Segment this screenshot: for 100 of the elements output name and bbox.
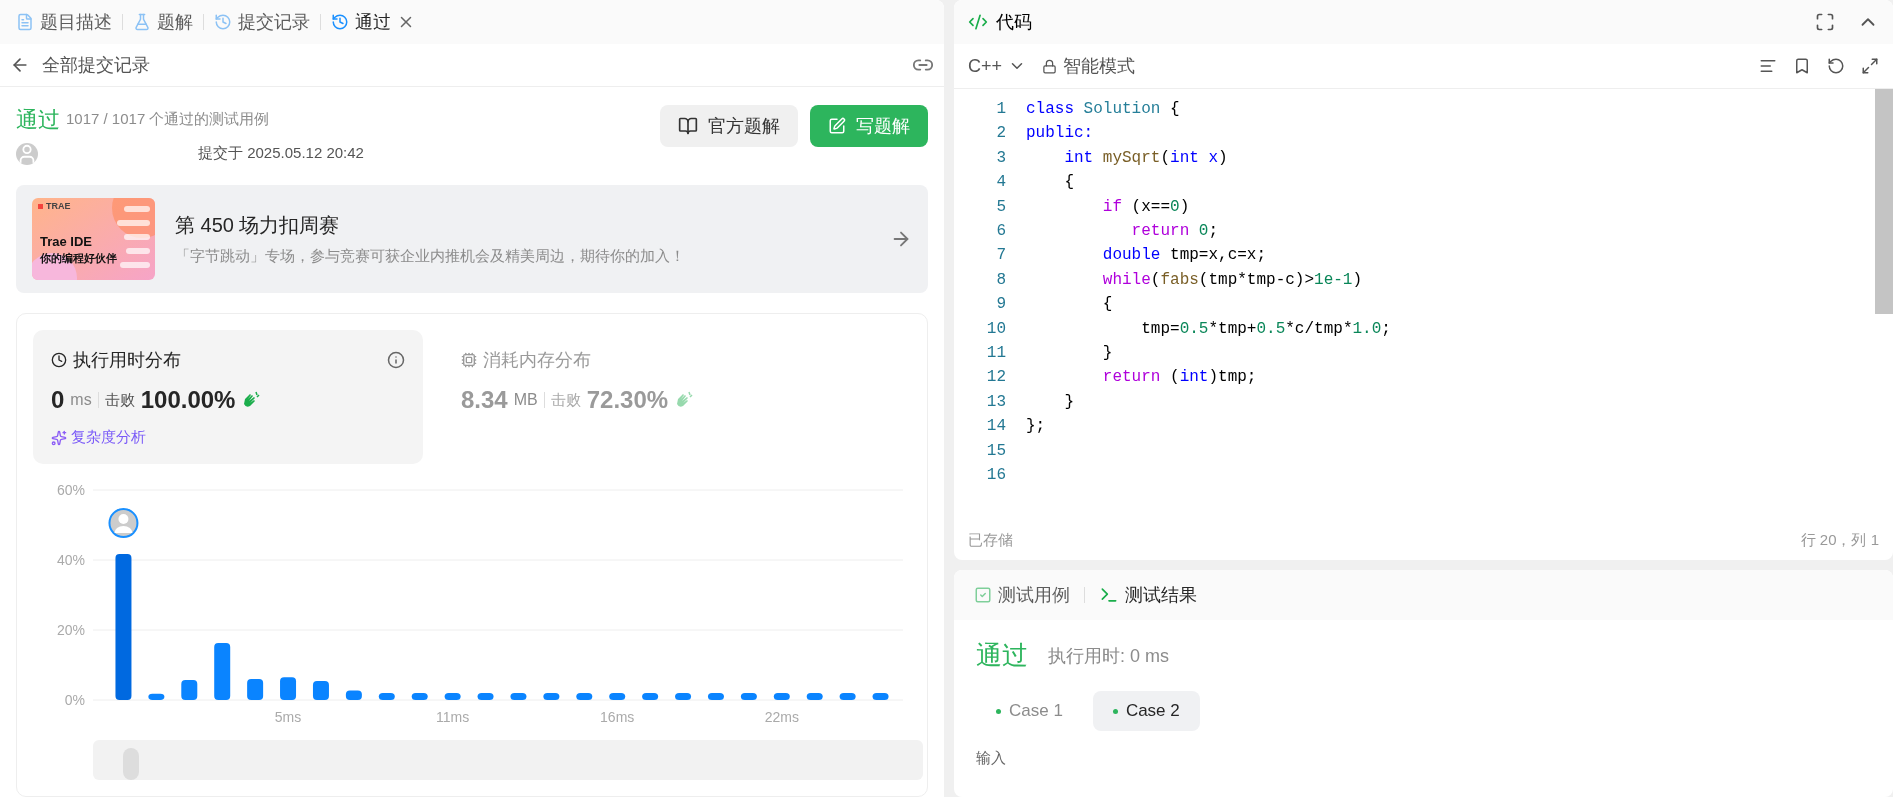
panel-title: 代码 xyxy=(996,11,1033,34)
mode-label: 智能模式 xyxy=(1063,55,1136,78)
info-icon[interactable] xyxy=(387,351,405,369)
stat-title: 执行用时分布 xyxy=(73,349,181,372)
line-number: 3 xyxy=(995,147,1006,169)
bar[interactable] xyxy=(378,693,395,700)
axis-label: 0% xyxy=(64,692,85,708)
bar[interactable] xyxy=(214,642,231,700)
tab[interactable]: 通过 xyxy=(325,9,421,34)
bar[interactable] xyxy=(280,677,297,700)
case-tab[interactable]: Case 1 xyxy=(976,691,1083,731)
bar[interactable] xyxy=(148,693,165,700)
reset-icon[interactable] xyxy=(1827,57,1845,75)
save-status: 已存储 xyxy=(968,530,1013,550)
promo-title: Trae IDE xyxy=(40,233,93,249)
scrollbar-thumb[interactable] xyxy=(1875,89,1893,314)
chip-icon xyxy=(461,352,477,368)
status-dot xyxy=(996,708,1001,714)
bar[interactable] xyxy=(576,693,593,700)
tab[interactable]: 测试结果 xyxy=(1093,583,1203,607)
flask-icon xyxy=(133,12,151,31)
bar[interactable] xyxy=(642,693,659,700)
page-title: 全部提交记录 xyxy=(42,53,151,77)
result-status: 通过 xyxy=(976,639,1028,672)
bar[interactable] xyxy=(181,680,198,700)
bar[interactable] xyxy=(806,693,823,700)
tab[interactable]: 题目描述 xyxy=(10,9,118,34)
code-line: }; xyxy=(1026,417,1046,436)
code-line: while(fabs(tmp*tmp-c)>1e-1) xyxy=(1101,270,1363,289)
bar[interactable] xyxy=(872,693,889,700)
code-line: tmp=0.5*tmp+0.5*c/tmp*1.0; xyxy=(1140,319,1391,338)
language-select[interactable]: C++ xyxy=(968,55,1027,77)
promo-subtitle: 你的编程好伙伴 xyxy=(40,250,117,266)
code-line: double tmp=x,c=x; xyxy=(1101,246,1267,265)
stat-panel[interactable]: 执行用时分布 0 ms 击败 100.00% 复杂度分析 xyxy=(33,330,423,464)
official-solution-button[interactable]: 官方题解 xyxy=(660,104,798,147)
format-icon[interactable] xyxy=(1759,57,1777,75)
avatar-icon xyxy=(16,142,38,165)
code-line: return 0; xyxy=(1130,221,1219,240)
avatar-icon xyxy=(108,508,139,539)
bar[interactable] xyxy=(115,554,132,700)
stat-value: 0 xyxy=(51,386,65,414)
runtime-text: 执行用时: 0 ms xyxy=(1048,644,1169,668)
line-number: 13 xyxy=(985,391,1006,413)
axis-label: 16ms xyxy=(600,709,635,725)
stat-unit: MB xyxy=(513,391,538,409)
checkbox-icon xyxy=(974,586,992,604)
bar[interactable] xyxy=(675,693,692,700)
bar[interactable] xyxy=(247,679,264,700)
bar[interactable] xyxy=(543,693,560,700)
bar[interactable] xyxy=(477,693,494,700)
axis-label: 11ms xyxy=(436,709,470,725)
beat-percent: 72.30% xyxy=(586,386,669,414)
line-number: 5 xyxy=(995,196,1006,218)
line-number: 9 xyxy=(995,294,1006,316)
bar[interactable] xyxy=(510,693,527,700)
submit-time: 提交于 2025.05.12 20:42 xyxy=(198,144,364,164)
case-tab[interactable]: Case 2 xyxy=(1092,691,1200,731)
bar[interactable] xyxy=(345,690,362,700)
code-line: } xyxy=(1063,392,1074,411)
fullscreen-icon[interactable] xyxy=(1815,12,1835,32)
banner-title: 第 450 场力扣周赛 xyxy=(175,212,341,238)
complexity-analysis-link[interactable]: 复杂度分析 xyxy=(51,428,405,447)
line-number: 2 xyxy=(995,123,1006,145)
bar[interactable] xyxy=(839,693,856,700)
code-line: { xyxy=(1101,295,1113,314)
bar[interactable] xyxy=(312,681,329,700)
expand-icon[interactable] xyxy=(1861,57,1879,75)
sparkle-icon xyxy=(51,429,67,446)
bar[interactable] xyxy=(411,693,428,700)
tab[interactable]: 测试用例 xyxy=(968,583,1076,607)
axis-label: 40% xyxy=(56,552,85,568)
banner-description: 「字节跳动」专场，参与竞赛可获企业内推机会及精美周边，期待你的加入！ xyxy=(175,246,686,266)
contest-banner[interactable]: TRAE Trae IDE 你的编程好伙伴 第 450 场力扣周赛 「字节跳动」专场，参与竞赛可获企业内推机会及精美周边，期待你的加入！ xyxy=(16,184,928,293)
bar[interactable] xyxy=(773,693,790,700)
code-icon xyxy=(968,12,988,32)
lock-icon xyxy=(1042,58,1058,74)
bar[interactable] xyxy=(740,693,757,700)
line-number: 4 xyxy=(995,172,1006,194)
line-number: 12 xyxy=(985,367,1006,389)
line-number: 11 xyxy=(985,343,1006,365)
chart-scrollbar[interactable] xyxy=(93,740,923,780)
axis-label: 60% xyxy=(56,482,85,498)
stat-panel[interactable]: 消耗内存分布 8.34 MB 击败 72.30% xyxy=(443,330,833,464)
stat-value: 8.34 xyxy=(461,386,508,414)
status-text: 通过 xyxy=(16,105,60,134)
bar[interactable] xyxy=(609,693,626,700)
clapping-hands-icon xyxy=(241,390,262,410)
bar[interactable] xyxy=(444,693,461,700)
axis-label: 22ms xyxy=(764,709,799,725)
document-icon xyxy=(16,12,34,31)
clock-icon xyxy=(51,352,67,368)
bookmark-icon[interactable] xyxy=(1793,57,1811,75)
bar[interactable] xyxy=(707,693,724,700)
promo-brand: TRAE xyxy=(46,200,71,211)
line-number: 10 xyxy=(985,318,1006,340)
beat-label: 击败 xyxy=(550,390,581,410)
tab[interactable]: 题解 xyxy=(127,9,199,34)
stat-title: 消耗内存分布 xyxy=(483,349,591,372)
tab[interactable]: 提交记录 xyxy=(208,9,316,34)
